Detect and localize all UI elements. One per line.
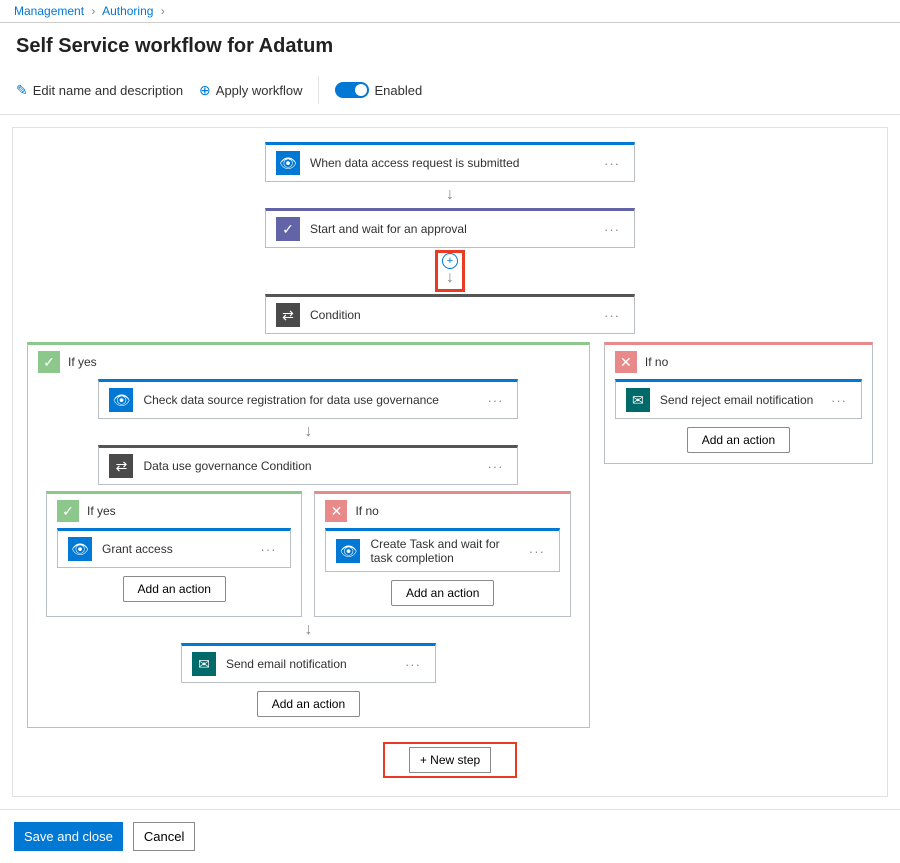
node-menu[interactable]: ···: [401, 657, 425, 672]
node-menu[interactable]: ···: [827, 393, 851, 408]
node-menu[interactable]: ···: [483, 393, 507, 408]
mail-icon: ✉: [192, 652, 216, 676]
mail-icon: ✉: [626, 388, 650, 412]
add-action-button[interactable]: Add an action: [687, 427, 790, 453]
send-email-label: Send email notification: [226, 657, 391, 671]
send-reject-email-node[interactable]: ✉ Send reject email notification ···: [615, 379, 862, 419]
toolbar-divider: [318, 76, 319, 104]
toggle-switch-icon[interactable]: [335, 82, 369, 98]
new-step-highlight: + New step: [383, 742, 517, 778]
condition-label: Condition: [310, 308, 590, 322]
create-task-node[interactable]: 👁 Create Task and wait for task completi…: [325, 528, 559, 572]
cancel-button[interactable]: Cancel: [133, 822, 195, 851]
check-icon: ✓: [38, 351, 60, 373]
arrow-down-icon: ↓: [446, 269, 454, 287]
node-menu[interactable]: ···: [600, 308, 624, 323]
trigger-label: When data access request is submitted: [310, 156, 590, 170]
page-footer: Save and close Cancel: [0, 810, 900, 863]
node-menu[interactable]: ···: [600, 222, 624, 237]
trigger-node[interactable]: 👁 When data access request is submitted …: [265, 142, 635, 182]
arrow-down-icon: ↓: [304, 617, 312, 643]
apply-workflow-button[interactable]: ⊕ Apply workflow: [199, 82, 302, 99]
condition-icon: ⇄: [276, 303, 300, 327]
condition-node[interactable]: ⇄ Condition ···: [265, 294, 635, 334]
check-icon: ✓: [57, 500, 79, 522]
enabled-toggle[interactable]: Enabled: [335, 82, 422, 98]
gov-cond-label: Data use governance Condition: [143, 459, 473, 473]
check-registration-node[interactable]: 👁 Check data source registration for dat…: [98, 379, 518, 419]
chevron-right-icon: ›: [91, 4, 95, 18]
chevron-right-icon: ›: [161, 4, 165, 18]
approval-label: Start and wait for an approval: [310, 222, 590, 236]
edit-name-description-button[interactable]: ✎ Edit name and description: [16, 82, 183, 99]
eye-icon: 👁: [109, 388, 133, 412]
node-menu[interactable]: ···: [256, 542, 280, 557]
node-menu[interactable]: ···: [483, 459, 507, 474]
node-menu[interactable]: ···: [600, 156, 624, 171]
new-step-button[interactable]: + New step: [409, 747, 491, 773]
inner-if-yes-branch: ✓ If yes 👁 Grant access ···: [46, 491, 302, 617]
x-icon: ✕: [615, 351, 637, 373]
add-action-button[interactable]: Add an action: [257, 691, 360, 717]
inner-branches: ✓ If yes 👁 Grant access ···: [46, 491, 571, 617]
toolbar: ✎ Edit name and description ⊕ Apply work…: [0, 76, 900, 115]
grant-access-node[interactable]: 👁 Grant access ···: [57, 528, 291, 568]
eye-icon: 👁: [276, 151, 300, 175]
insert-step-button[interactable]: +: [442, 253, 458, 269]
pencil-icon: ✎: [16, 82, 28, 99]
approval-icon: ✓: [276, 217, 300, 241]
node-menu[interactable]: ···: [525, 544, 549, 559]
if-yes-label: If yes: [68, 355, 97, 369]
toggle-label: Enabled: [374, 83, 422, 98]
page-title: Self Service workflow for Adatum: [0, 23, 900, 76]
inner-if-no-branch: ✕ If no 👁 Create Task and wait for task …: [314, 491, 570, 617]
if-yes-branch: ✓ If yes 👁 Check data source registratio…: [27, 342, 590, 728]
inner-no-label: If no: [355, 504, 378, 518]
breadcrumb-authoring[interactable]: Authoring: [102, 4, 153, 18]
x-icon: ✕: [325, 500, 347, 522]
approval-node[interactable]: ✓ Start and wait for an approval ···: [265, 208, 635, 248]
breadcrumb-management[interactable]: Management: [14, 4, 84, 18]
if-no-branch: ✕ If no ✉ Send reject email notification…: [604, 342, 873, 464]
governance-condition-node[interactable]: ⇄ Data use governance Condition ···: [98, 445, 518, 485]
plus-circle-icon: ⊕: [199, 82, 211, 99]
check-registration-label: Check data source registration for data …: [143, 393, 473, 407]
apply-label: Apply workflow: [216, 83, 303, 98]
eye-icon: 👁: [336, 539, 360, 563]
send-email-node[interactable]: ✉ Send email notification ···: [181, 643, 436, 683]
if-no-label: If no: [645, 355, 668, 369]
arrow-down-icon: ↓: [304, 419, 312, 445]
insert-step-highlight: + ↓: [435, 250, 465, 292]
add-action-button[interactable]: Add an action: [123, 576, 226, 602]
add-action-button[interactable]: Add an action: [391, 580, 494, 606]
eye-icon: 👁: [68, 537, 92, 561]
save-and-close-button[interactable]: Save and close: [14, 822, 123, 851]
arrow-down-icon: ↓: [446, 182, 454, 208]
edit-label: Edit name and description: [33, 83, 183, 98]
send-reject-label: Send reject email notification: [660, 393, 817, 407]
condition-branches: ✓ If yes 👁 Check data source registratio…: [27, 342, 873, 728]
condition-icon: ⇄: [109, 454, 133, 478]
create-task-label: Create Task and wait for task completion: [370, 537, 514, 565]
grant-label: Grant access: [102, 542, 246, 556]
breadcrumb: Management › Authoring ›: [0, 0, 900, 23]
inner-yes-label: If yes: [87, 504, 116, 518]
